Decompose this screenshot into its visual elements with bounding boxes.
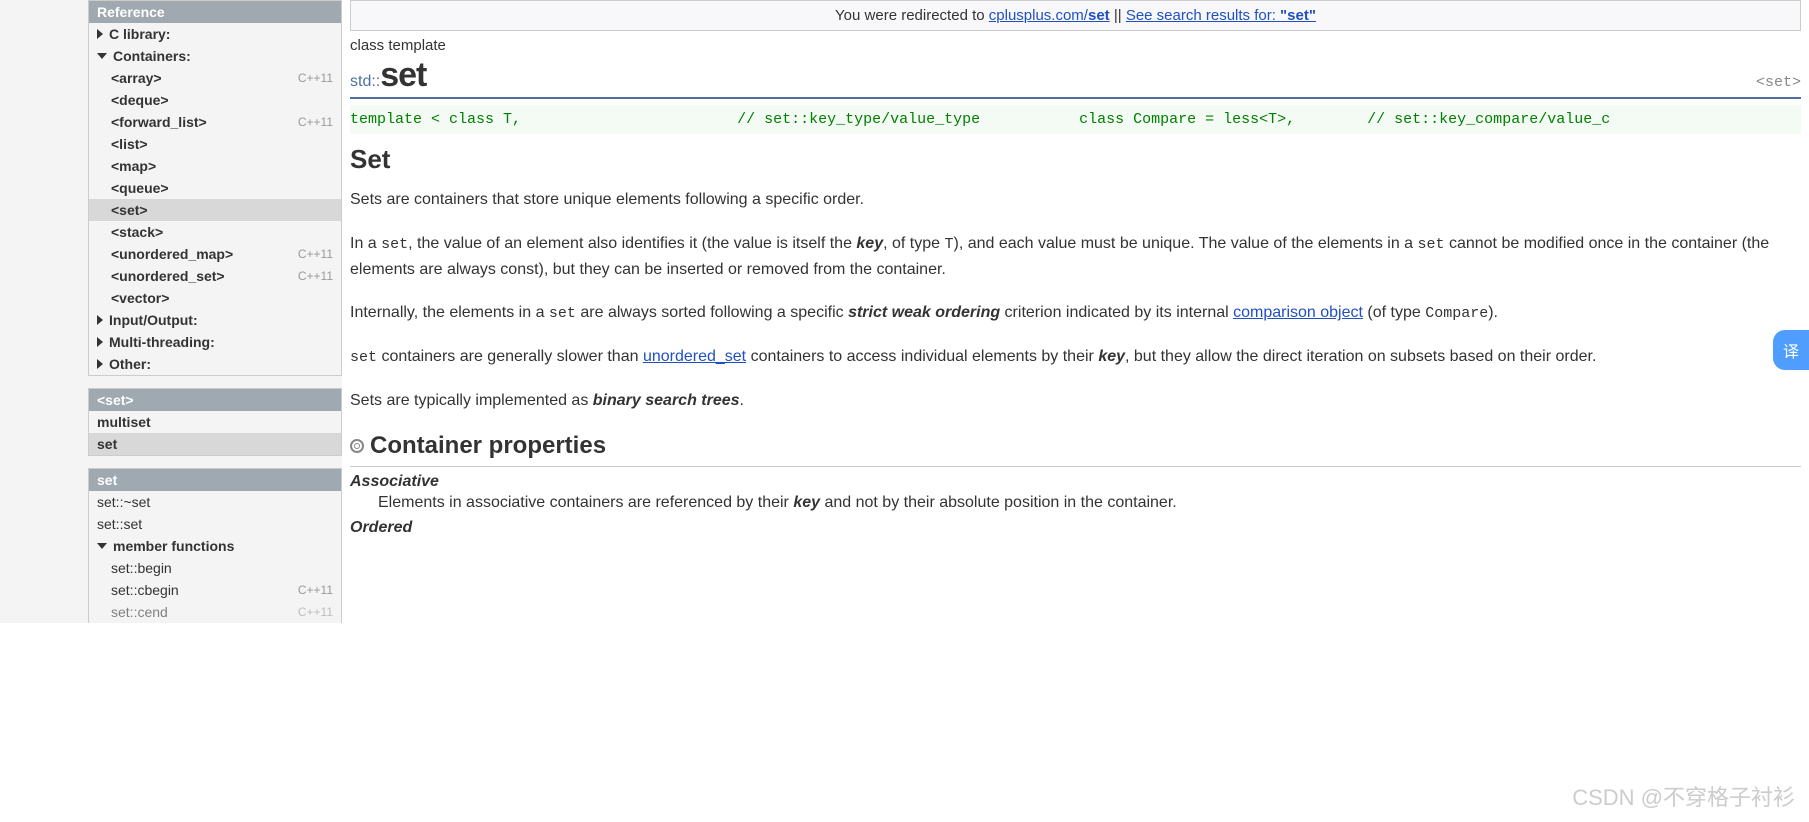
nav-multiset[interactable]: multiset bbox=[89, 411, 341, 433]
description-para-2: In a set, the value of an element also i… bbox=[350, 231, 1801, 283]
cpp11-badge: C++11 bbox=[298, 115, 333, 129]
comparison-object-link[interactable]: comparison object bbox=[1233, 304, 1363, 321]
redirect-banner: You were redirected to cplusplus.com/set… bbox=[350, 0, 1801, 31]
title-row: std::set <set> bbox=[350, 56, 1801, 99]
nav-vector[interactable]: <vector> bbox=[89, 287, 341, 309]
description-para-3: Internally, the elements in a set are al… bbox=[350, 300, 1801, 326]
description-para-4: set containers are generally slower than… bbox=[350, 344, 1801, 370]
nav-unordered-map[interactable]: <unordered_map>C++11 bbox=[89, 243, 341, 265]
description-para-1: Sets are containers that store unique el… bbox=[350, 187, 1801, 213]
redirect-link-1[interactable]: cplusplus.com/set bbox=[989, 7, 1110, 24]
nav-stack[interactable]: <stack> bbox=[89, 221, 341, 243]
nav-unordered-set[interactable]: <unordered_set>C++11 bbox=[89, 265, 341, 287]
nav-dtor[interactable]: set::~set bbox=[89, 491, 341, 513]
chevron-right-icon bbox=[97, 359, 103, 369]
chevron-down-icon bbox=[97, 543, 107, 549]
nav-set-class[interactable]: set bbox=[89, 433, 341, 455]
nav-begin[interactable]: set::begin bbox=[89, 557, 341, 579]
chevron-right-icon bbox=[97, 315, 103, 325]
watermark: CSDN @不穿格子衬衫 bbox=[1572, 780, 1795, 812]
nav-c-library[interactable]: C library: bbox=[89, 23, 341, 45]
nav-other[interactable]: Other: bbox=[89, 353, 341, 375]
cpp11-badge: C++11 bbox=[298, 583, 333, 597]
namespace-label: std:: bbox=[350, 73, 380, 91]
main-content: You were redirected to cplusplus.com/set… bbox=[342, 0, 1809, 623]
nav-cend[interactable]: set::cendC++11 bbox=[89, 601, 341, 623]
redirect-link-2[interactable]: See search results for: "set" bbox=[1126, 7, 1316, 24]
cpp11-badge: C++11 bbox=[298, 605, 333, 619]
prop-ordered-term: Ordered bbox=[350, 519, 1801, 537]
divider bbox=[350, 466, 1801, 467]
nav-io[interactable]: Input/Output: bbox=[89, 309, 341, 331]
template-signature: template < class T, // set::key_type/val… bbox=[350, 105, 1801, 134]
nav-ctor[interactable]: set::set bbox=[89, 513, 341, 535]
chevron-down-icon bbox=[97, 53, 107, 59]
nav-list[interactable]: <list> bbox=[89, 133, 341, 155]
cpp11-badge: C++11 bbox=[298, 247, 333, 261]
nav-mt[interactable]: Multi-threading: bbox=[89, 331, 341, 353]
nav-deque[interactable]: <deque> bbox=[89, 89, 341, 111]
reference-header[interactable]: Reference bbox=[89, 1, 341, 23]
nav-member-functions[interactable]: member functions bbox=[89, 535, 341, 557]
prop-associative-def: Elements in associative containers are r… bbox=[378, 491, 1801, 515]
members-section: set set::~set set::set member functions … bbox=[88, 468, 342, 623]
prop-associative-term: Associative bbox=[350, 473, 1801, 491]
nav-containers[interactable]: Containers: bbox=[89, 45, 341, 67]
chevron-right-icon bbox=[97, 29, 103, 39]
translate-button[interactable]: 译 bbox=[1773, 330, 1809, 370]
nav-forward-list[interactable]: <forward_list>C++11 bbox=[89, 111, 341, 133]
reference-section: Reference C library: Containers: <array>… bbox=[88, 0, 342, 376]
class-template-label: class template bbox=[350, 37, 1801, 54]
chevron-right-icon bbox=[97, 337, 103, 347]
nav-queue[interactable]: <queue> bbox=[89, 177, 341, 199]
cpp11-badge: C++11 bbox=[298, 71, 333, 85]
section-heading-set: Set bbox=[350, 144, 1801, 175]
properties-list: Associative Elements in associative cont… bbox=[350, 473, 1801, 537]
header-tag: <set> bbox=[1756, 74, 1801, 91]
anchor-icon bbox=[350, 439, 364, 453]
unordered-set-link[interactable]: unordered_set bbox=[643, 348, 746, 365]
nav-cbegin[interactable]: set::cbeginC++11 bbox=[89, 579, 341, 601]
set-header-section: <set> multiset set bbox=[88, 388, 342, 456]
sidebar: Reference C library: Containers: <array>… bbox=[0, 0, 342, 623]
page-title: set bbox=[380, 56, 426, 95]
members-header[interactable]: set bbox=[89, 469, 341, 491]
cpp11-badge: C++11 bbox=[298, 269, 333, 283]
nav-map[interactable]: <map> bbox=[89, 155, 341, 177]
description-para-5: Sets are typically implemented as binary… bbox=[350, 388, 1801, 414]
nav-set[interactable]: <set> bbox=[89, 199, 341, 221]
set-section-header[interactable]: <set> bbox=[89, 389, 341, 411]
nav-array[interactable]: <array>C++11 bbox=[89, 67, 341, 89]
container-properties-heading: Container properties bbox=[350, 432, 1801, 460]
